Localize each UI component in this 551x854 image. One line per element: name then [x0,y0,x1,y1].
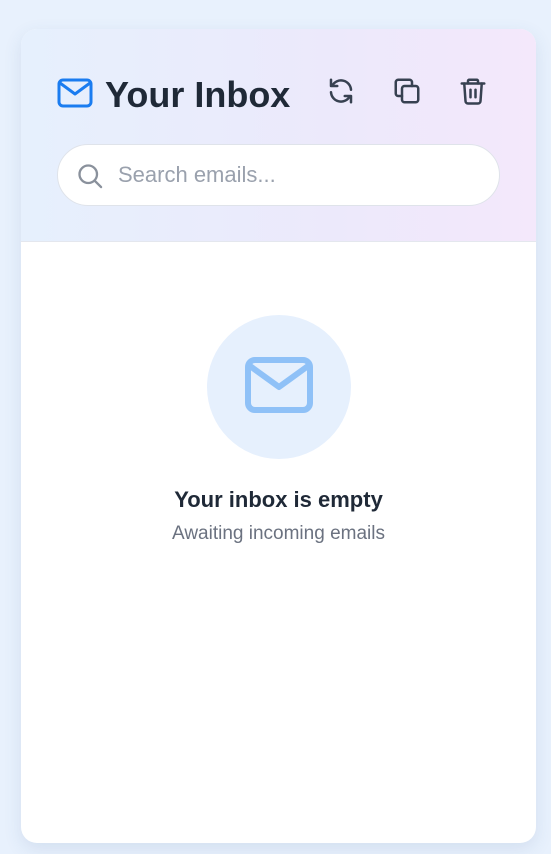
refresh-button[interactable] [321,73,361,113]
search-icon [76,162,104,190]
mail-icon [57,78,93,108]
copy-button[interactable] [387,73,427,113]
page-title: Your Inbox [105,74,291,115]
inbox-card: Your Inbox Search emails... Your inbox i… [21,29,536,843]
mail-icon [245,356,313,418]
refresh-icon [326,76,356,111]
delete-button[interactable] [453,73,493,113]
empty-state-title: Your inbox is empty [174,487,383,512]
title-row: Your Inbox [57,73,507,117]
copy-icon [392,76,422,111]
trash-icon [458,76,488,111]
search-input[interactable] [118,145,488,205]
inbox-header: Your Inbox [21,29,536,242]
empty-state-illustration [207,315,351,459]
search-bar[interactable] [57,144,500,206]
empty-state-subtitle: Awaiting incoming emails [172,523,385,544]
